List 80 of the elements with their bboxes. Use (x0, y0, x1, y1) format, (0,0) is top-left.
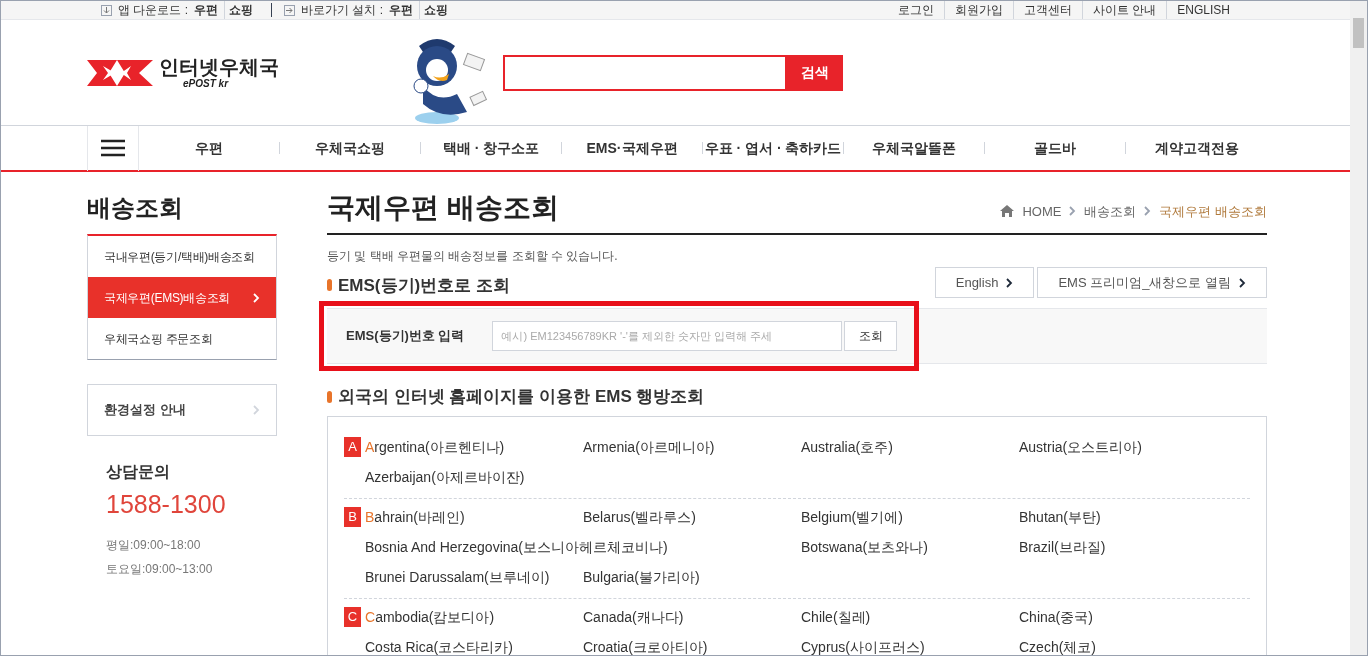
download-icon (284, 4, 295, 16)
download-icon (101, 4, 112, 16)
country-link[interactable]: Armenia(아르메니아) (583, 431, 801, 462)
breadcrumb-link[interactable]: 배송조회 (1084, 201, 1137, 221)
top-label: 앱 다운로드 : (118, 2, 188, 19)
chevron-icon (1239, 277, 1246, 288)
country-link[interactable]: Bulgaria(불가리아) (583, 561, 801, 592)
sidebar-item[interactable]: 국제우편(EMS)배송조회 (88, 277, 276, 318)
contact-hours: 토요일:09:00~13:00 (106, 560, 214, 578)
search-field[interactable] (503, 54, 787, 91)
top-link[interactable]: 로그인 (887, 1, 944, 19)
link-button[interactable]: EMS 프리미엄_새창으로 열림 (1037, 267, 1267, 298)
breadcrumb-link[interactable]: 국제우편 배송조회 (1159, 201, 1267, 221)
contact-hours: 평일:09:00~18:00 (106, 536, 202, 554)
country-link[interactable]: Australia(호주) (801, 431, 1019, 462)
top-link[interactable]: 사이트 안내 (1081, 1, 1167, 19)
section-title: 외국의 인터넷 홈페이지를 이용한 EMS 행방조회 (338, 386, 705, 408)
search-button[interactable]: 검색 (787, 54, 843, 91)
menu-icon[interactable] (101, 139, 125, 157)
field-label: EMS(등기)번호 입력 (346, 327, 465, 346)
settings-guide-link[interactable]: 환경설정 안내 (87, 384, 277, 436)
section-title: EMS(등기)번호로 조회 (338, 274, 510, 297)
nav-item[interactable]: 골드바 (985, 137, 1125, 159)
top-link[interactable]: ENGLISH (1166, 1, 1240, 19)
country-link[interactable]: Croatia(크로아티아) (583, 631, 801, 655)
chevron-icon (1006, 277, 1014, 288)
logo-subtitle: ePOST kr (183, 78, 229, 89)
country-link[interactable]: Botswana(보츠와나) (801, 531, 1019, 562)
country-link[interactable]: Austria(오스트리아) (1019, 431, 1237, 462)
chevron-icon (253, 292, 260, 303)
top-link[interactable]: 고객센터 (1012, 1, 1082, 19)
page-title: 국제우편 배송조회 (327, 191, 559, 225)
contact-phone: 1588-1300 (106, 489, 227, 520)
country-link[interactable]: Czech(체코) (1019, 631, 1237, 655)
nav-item[interactable]: 우체국쇼핑 (280, 137, 420, 159)
link-button[interactable]: English (934, 267, 1035, 298)
country-link[interactable]: Argentina(아르헨티나) (365, 431, 583, 462)
scrollbar[interactable] (1350, 1, 1367, 655)
tracking-number-input[interactable]: 예시) EM123456789KR '-'를 제외한 숫자만 입력해 주세 (492, 321, 843, 351)
bullet-icon (327, 279, 332, 292)
country-link[interactable]: Bhutan(부탄) (1019, 501, 1237, 532)
country-link[interactable]: Belgium(벨기에) (801, 501, 1019, 532)
top-link[interactable]: 회원가입 (943, 1, 1013, 19)
country-link[interactable]: Azerbaijan(아제르바이잔) (365, 461, 583, 492)
page-description: 등기 및 택배 우편물의 배송정보를 조회할 수 있습니다. (327, 248, 619, 265)
country-link[interactable]: Bahrain(바레인) (365, 501, 583, 532)
lookup-button[interactable]: 조회 (844, 321, 898, 351)
letter-badge: B (344, 506, 361, 527)
sidebar-title: 배송조회 (87, 193, 184, 223)
top-link[interactable]: 쇼핑 (419, 1, 449, 19)
country-link[interactable]: Brazil(브라질) (1019, 531, 1237, 562)
country-link[interactable]: Belarus(벨라루스) (583, 501, 801, 532)
nav-item[interactable]: 우편 (139, 137, 279, 159)
country-link[interactable]: Bosnia And Herzegovina(보스니아헤르체코비나) (365, 531, 801, 562)
country-link[interactable]: Chile(칠레) (801, 601, 1019, 632)
nav-item[interactable]: 택배 · 창구소포 (421, 137, 561, 159)
home-icon (1000, 205, 1015, 218)
country-link[interactable]: Cambodia(캄보디아) (365, 601, 583, 632)
country-link[interactable]: Brunei Darussalam(브루네이) (365, 561, 583, 592)
country-link[interactable]: Costa Rica(코스타리카) (365, 631, 583, 655)
contact-title: 상담문의 (106, 462, 171, 482)
letter-badge: A (344, 436, 361, 457)
logo-title: 인터넷우체국 (159, 56, 279, 77)
country-link[interactable]: China(중국) (1019, 601, 1237, 632)
nav-item[interactable]: 계약고객전용 (1126, 137, 1267, 159)
top-link[interactable]: 우편 (389, 1, 414, 19)
nav-item[interactable]: 우체국알뜰폰 (844, 137, 984, 159)
letter-badge: C (344, 606, 361, 627)
top-link[interactable]: 우편 (194, 1, 218, 19)
bullet-icon (327, 390, 332, 403)
breadcrumb-link[interactable]: HOME (1022, 201, 1062, 221)
country-link[interactable]: Cyprus(사이프러스) (801, 631, 1019, 655)
nav-item[interactable]: EMS·국제우편 (562, 137, 702, 159)
top-label: 바로가기 설치 : (301, 2, 384, 19)
nav-item[interactable]: 우표 · 엽서 · 축하카드 (703, 137, 843, 159)
chevron-icon (1144, 206, 1152, 217)
country-link[interactable]: Canada(캐나다) (583, 601, 801, 632)
chevron-icon (253, 405, 260, 415)
chevron-icon (1069, 206, 1077, 217)
top-link[interactable]: 쇼핑 (224, 1, 253, 19)
